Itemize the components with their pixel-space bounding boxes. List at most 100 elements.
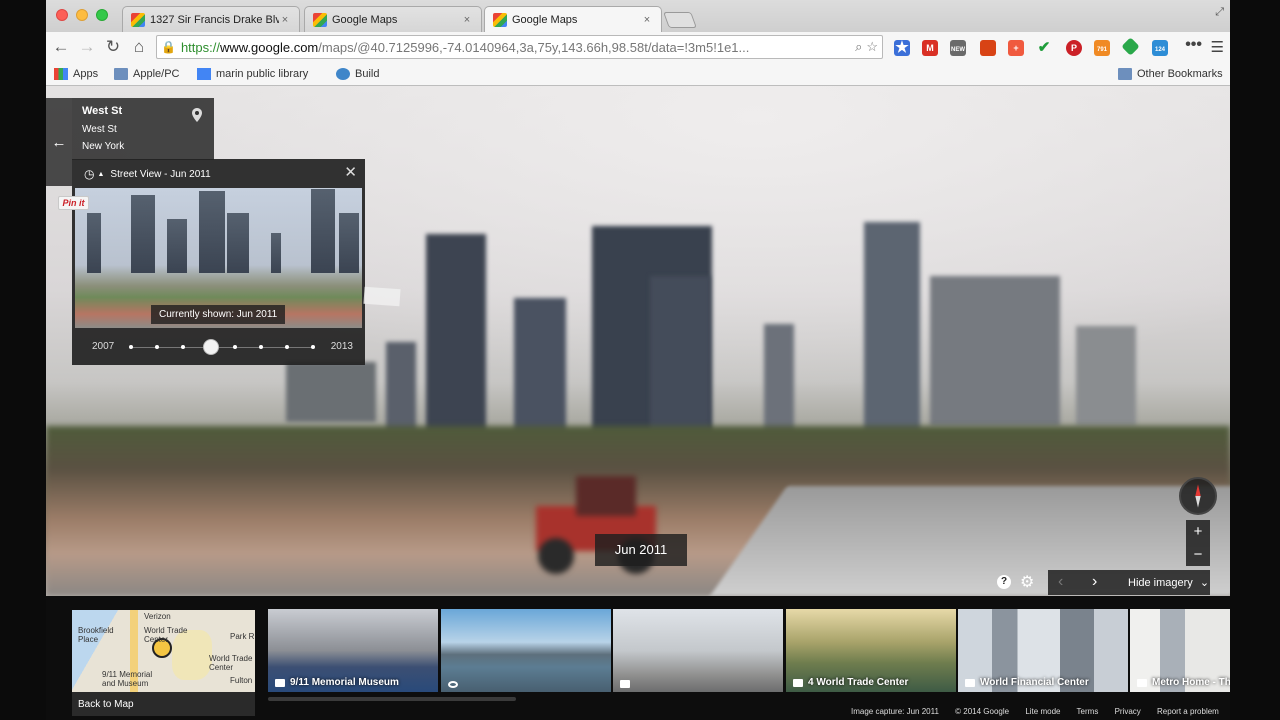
slider-tick[interactable] bbox=[285, 345, 289, 349]
google-g-icon bbox=[197, 68, 211, 80]
address-title: West St bbox=[82, 105, 123, 117]
search-icon[interactable]: ⌕ bbox=[855, 39, 862, 55]
extension-new-icon[interactable]: NEW bbox=[950, 40, 966, 56]
building bbox=[286, 362, 376, 422]
tab-close-icon[interactable]: × bbox=[461, 14, 473, 26]
zoom-in-button[interactable]: + bbox=[1186, 520, 1210, 543]
address-bar[interactable]: 🔒 https:// www.google.com /maps/@40.7125… bbox=[156, 35, 883, 59]
building bbox=[1076, 326, 1136, 426]
back-button[interactable]: ← bbox=[50, 36, 72, 58]
back-arrow-button[interactable]: ← bbox=[46, 98, 72, 186]
thumbnail-river-pano[interactable] bbox=[441, 609, 611, 692]
back-to-map-button[interactable]: Back to Map bbox=[72, 692, 255, 716]
slider-tick[interactable] bbox=[129, 345, 133, 349]
slider-handle[interactable] bbox=[202, 339, 219, 355]
bookmark-apple-pc[interactable]: Apple/PC bbox=[114, 66, 179, 82]
url-scheme: https:// bbox=[180, 39, 220, 55]
slider-tick[interactable] bbox=[233, 345, 237, 349]
forward-button[interactable]: → bbox=[76, 36, 98, 58]
extension-counter-icon[interactable]: 124 bbox=[1152, 40, 1168, 56]
zoom-window-button[interactable] bbox=[96, 9, 108, 21]
tab-close-icon[interactable]: × bbox=[641, 14, 653, 26]
maps-favicon-icon bbox=[493, 12, 507, 27]
building bbox=[930, 276, 1060, 426]
privacy-link[interactable]: Privacy bbox=[1115, 707, 1141, 716]
bookmark-build[interactable]: Build bbox=[336, 66, 379, 82]
tab-google-maps-2[interactable]: Google Maps × bbox=[484, 6, 662, 32]
minimize-window-button[interactable] bbox=[76, 9, 88, 21]
historic-imagery-thumbnail[interactable]: Currently shown: Jun 2011 bbox=[75, 188, 362, 328]
thumbnail-memorial-museum[interactable]: 9/11 Memorial Museum bbox=[268, 609, 438, 692]
new-tab-button[interactable] bbox=[663, 12, 697, 28]
pin-it-button[interactable]: Pin it bbox=[58, 196, 89, 210]
street-view-panorama[interactable]: ← West St West St New York ◷ ▲ Street Vi… bbox=[46, 86, 1230, 596]
location-pin-icon[interactable] bbox=[192, 108, 202, 122]
compass-icon[interactable] bbox=[1179, 477, 1217, 515]
bookmark-star-icon[interactable]: ☆ bbox=[866, 39, 878, 55]
map-footer: Image capture: Jun 2011 © 2014 Google Li… bbox=[851, 707, 1233, 716]
help-icon[interactable]: ? bbox=[997, 575, 1011, 589]
close-icon[interactable]: ✕ bbox=[344, 163, 357, 181]
hide-imagery-button[interactable]: Hide imagery ⌄ bbox=[1128, 576, 1209, 589]
bookmark-apps[interactable]: Apps bbox=[54, 66, 98, 82]
extension-red-icon[interactable] bbox=[980, 40, 996, 56]
capture-date-badge: Jun 2011 bbox=[595, 534, 687, 566]
building bbox=[864, 222, 920, 432]
bookmark-star-filled-icon[interactable]: ★ bbox=[894, 40, 910, 56]
panorama-icon bbox=[448, 681, 458, 688]
screen: 1327 Sir Francis Drake Blvd × Google Map… bbox=[0, 0, 1280, 720]
tab-sir-francis-drake[interactable]: 1327 Sir Francis Drake Blvd × bbox=[122, 6, 300, 32]
slider-start-year: 2007 bbox=[92, 341, 115, 352]
lite-mode-link[interactable]: Lite mode bbox=[1025, 707, 1060, 716]
terms-link[interactable]: Terms bbox=[1077, 707, 1099, 716]
thumbnail-world-financial-center[interactable]: World Financial Center bbox=[958, 609, 1128, 692]
slider-end-year: 2013 bbox=[330, 341, 353, 352]
gear-icon[interactable]: ⚙ bbox=[1020, 572, 1034, 592]
close-window-button[interactable] bbox=[56, 9, 68, 21]
building bbox=[764, 324, 794, 434]
time-machine-header[interactable]: ◷ ▲ Street View - Jun 2011 bbox=[84, 167, 211, 181]
slider-tick[interactable] bbox=[311, 345, 315, 349]
slider-tick[interactable] bbox=[155, 345, 159, 349]
fullscreen-icon[interactable]: ⤢ bbox=[1215, 6, 1224, 19]
gmail-icon[interactable]: M bbox=[922, 40, 938, 56]
extension-green-icon[interactable] bbox=[1121, 37, 1140, 56]
chevron-right-icon[interactable]: › bbox=[1092, 573, 1097, 591]
thumbnail-4-world-trade-center[interactable]: 4 World Trade Center bbox=[786, 609, 956, 692]
browser-menu-icon[interactable]: ☰ bbox=[1211, 38, 1224, 56]
report-problem-link[interactable]: Report a problem bbox=[1157, 707, 1219, 716]
more-extensions-icon[interactable]: ••• bbox=[1185, 36, 1202, 54]
rss-feed-icon[interactable]: 791 bbox=[1094, 40, 1110, 56]
imagery-filmstrip: Verizon Brookfield Place World Trade Cen… bbox=[46, 596, 1230, 720]
reload-button[interactable]: ↻ bbox=[102, 36, 124, 58]
filmstrip-scrollbar[interactable] bbox=[268, 697, 516, 701]
maps-favicon-icon bbox=[131, 12, 145, 27]
tab-close-icon[interactable]: × bbox=[279, 14, 291, 26]
pinterest-icon[interactable]: P bbox=[1066, 40, 1082, 56]
caret-up-icon: ▲ bbox=[97, 170, 105, 178]
folder-icon bbox=[1118, 68, 1132, 80]
bookmark-other[interactable]: Other Bookmarks bbox=[1118, 66, 1223, 82]
imagery-navigation-bar: ‹ › Hide imagery ⌄ bbox=[1048, 570, 1210, 595]
extension-plus-icon[interactable]: + bbox=[1008, 40, 1024, 56]
camera-icon bbox=[965, 678, 975, 687]
building bbox=[514, 298, 566, 438]
time-slider[interactable]: 2007 2013 bbox=[92, 339, 353, 355]
chevron-left-icon[interactable]: ‹ bbox=[1058, 573, 1063, 591]
tab-google-maps-1[interactable]: Google Maps × bbox=[304, 6, 482, 32]
zoom-out-button[interactable]: − bbox=[1186, 543, 1210, 566]
mini-map[interactable]: Verizon Brookfield Place World Trade Cen… bbox=[72, 610, 255, 692]
home-button[interactable]: ⌂ bbox=[128, 36, 150, 58]
slider-tick[interactable] bbox=[181, 345, 185, 349]
time-machine-panel: ◷ ▲ Street View - Jun 2011 ✕ Currently s… bbox=[72, 159, 365, 365]
bookmarks-bar: Apps Apple/PC marin public library Build… bbox=[46, 62, 1230, 86]
image-capture-date: Image capture: Jun 2011 bbox=[851, 707, 939, 716]
slider-tick[interactable] bbox=[259, 345, 263, 349]
currently-shown-label: Currently shown: Jun 2011 bbox=[151, 305, 286, 324]
thumbnail-aerial-haze[interactable] bbox=[613, 609, 783, 692]
url-path: /maps/@40.7125996,-74.0140964,3a,75y,143… bbox=[318, 39, 750, 55]
thumbnail-metro-home[interactable]: Metro Home - The bbox=[1130, 609, 1230, 692]
apps-grid-icon bbox=[54, 68, 68, 80]
checkmark-icon[interactable]: ✔ bbox=[1036, 40, 1052, 56]
bookmark-marin-library[interactable]: marin public library bbox=[197, 66, 308, 82]
